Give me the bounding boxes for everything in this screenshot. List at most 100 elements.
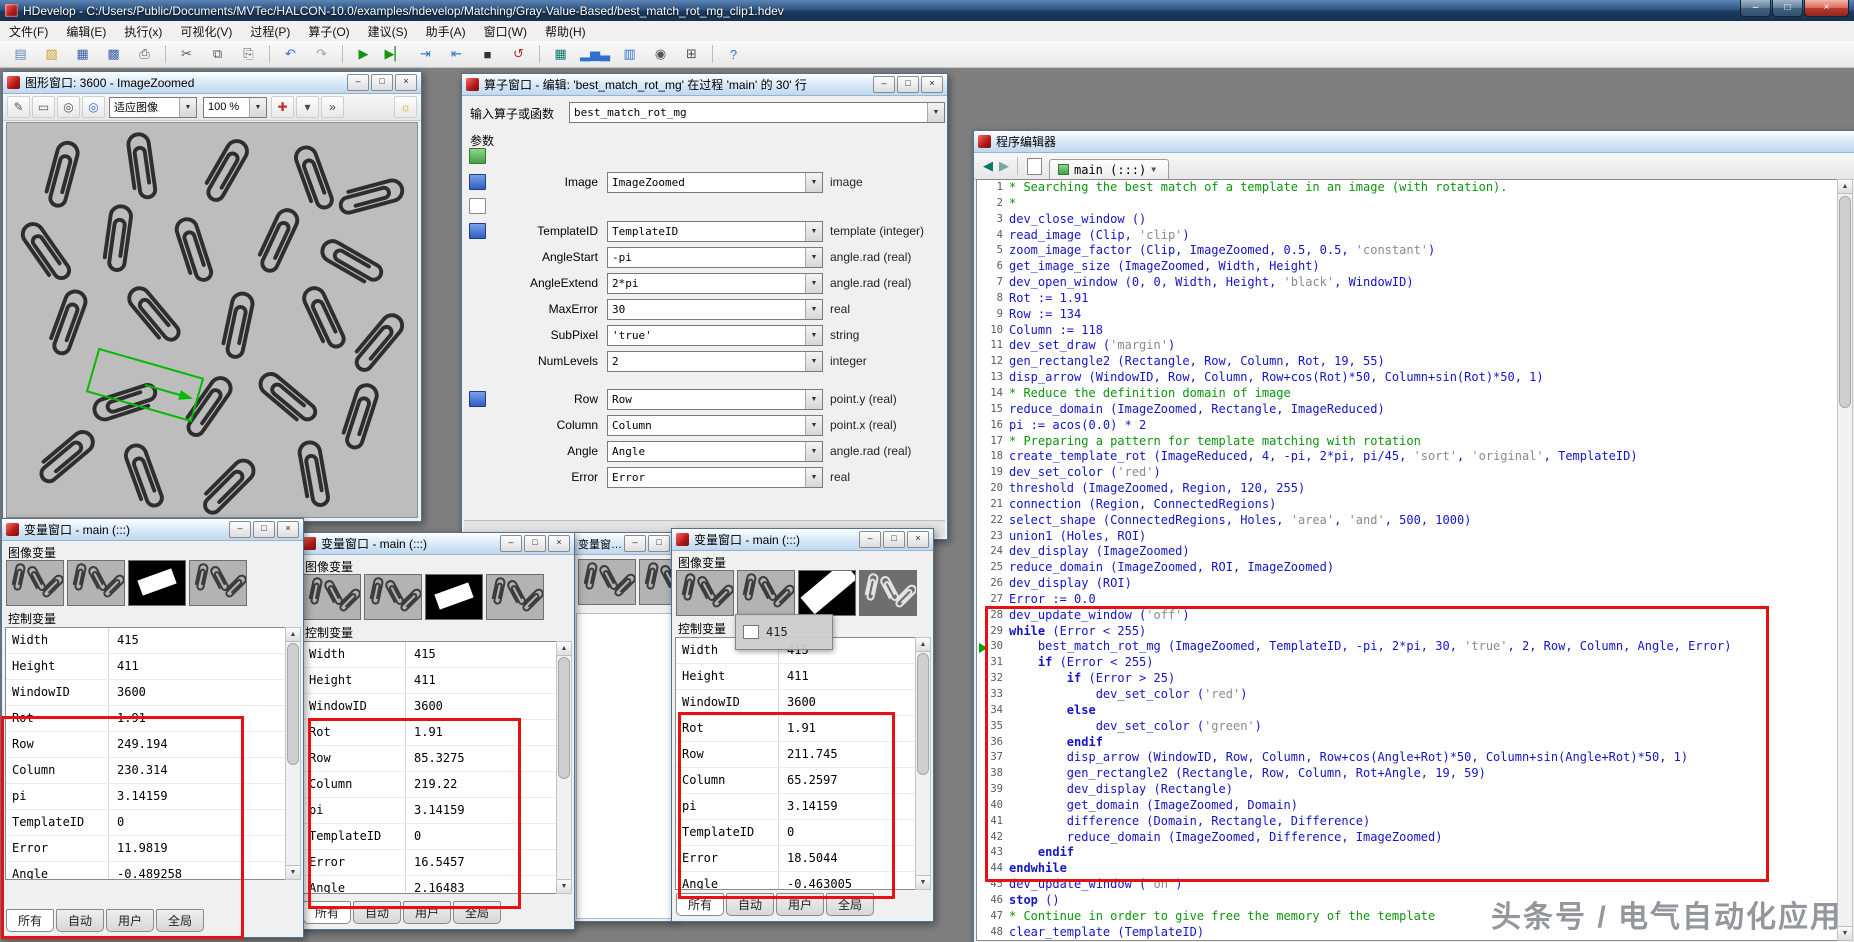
code-line[interactable]: 18create_template_rot (ImageReduced, 4, … [977, 449, 1837, 465]
run-button[interactable]: ▶ [349, 43, 378, 66]
code-line[interactable]: 24dev_display (ImageZoomed) [977, 544, 1837, 560]
code-line[interactable]: 45dev_update_window ('on') [977, 877, 1837, 893]
variable-row[interactable]: Column65.2597 [676, 768, 915, 794]
code-line[interactable]: 15reduce_domain (ImageZoomed, Rectangle,… [977, 402, 1837, 418]
variable-window-titlebar[interactable]: 变量窗口 - main (:::)–□× [299, 533, 574, 555]
chevron-down-icon[interactable]: ▼ [805, 468, 822, 487]
code-line[interactable]: 35 dev_set_color ('green') [977, 719, 1837, 735]
variable-row[interactable]: Width415 [6, 628, 285, 654]
chevron-down-icon[interactable]: ▼ [805, 173, 822, 192]
zoom-menu-button[interactable]: ◎ [82, 96, 105, 118]
code-line[interactable]: 16pi := acos(0.0) * 2 [977, 418, 1837, 434]
copy-button[interactable]: ⧉ [203, 43, 232, 66]
variable-row[interactable]: Column230.314 [6, 758, 285, 784]
chevron-down-icon[interactable]: ▼ [805, 390, 822, 409]
code-line[interactable]: 19dev_set_color ('red') [977, 465, 1837, 481]
clips-thumbnail[interactable] [676, 570, 734, 616]
param-value-combobox[interactable]: Column▼ [607, 415, 823, 436]
variable-row[interactable]: Angle2.16483 [303, 876, 556, 894]
variable-row[interactable]: TemplateID0 [303, 824, 556, 850]
scroll-up-icon[interactable]: ▲ [1838, 180, 1852, 194]
code-line[interactable]: 26dev_display (ROI) [977, 576, 1837, 592]
graphics-image-canvas[interactable] [6, 122, 418, 518]
dropdown-arrow-button[interactable]: ▾ [296, 96, 319, 118]
light-tool-button[interactable]: ☼ [394, 96, 417, 118]
gray-histogram-button[interactable]: ▂▅▃ [577, 43, 613, 66]
param-value-combobox[interactable]: Row▼ [607, 389, 823, 410]
chevron-down-icon[interactable]: ▼ [805, 326, 822, 345]
save-button[interactable]: ▦ [68, 43, 97, 66]
variable-row[interactable]: Width415 [303, 642, 556, 668]
code-editor-area[interactable]: 1* Searching the best match of a templat… [976, 179, 1838, 941]
close-button[interactable]: × [395, 74, 417, 91]
tab-用户[interactable]: 用户 [776, 893, 824, 916]
select-tool-button[interactable]: ▭ [32, 96, 55, 118]
operator-window-titlebar[interactable]: 算子窗口 - 编辑: 'best_match_rot_mg' 在过程 'main… [462, 74, 947, 96]
print-button[interactable]: ⎙ [130, 43, 159, 66]
variable-row[interactable]: Error18.5044 [676, 846, 915, 872]
variable-row[interactable]: Column219.22 [303, 772, 556, 798]
scrollbar-thumb[interactable] [917, 653, 929, 775]
scrollbar-thumb[interactable] [558, 657, 570, 779]
maximize-button[interactable]: □ [897, 76, 919, 93]
code-line[interactable]: 41 difference (Domain, Rectangle, Differ… [977, 814, 1837, 830]
code-line[interactable]: 8Rot := 1.91 [977, 291, 1837, 307]
variable-row[interactable]: pi3.14159 [303, 798, 556, 824]
maximize-button[interactable]: □ [371, 74, 393, 91]
open-file-button[interactable]: ▨ [37, 43, 66, 66]
main-titlebar[interactable]: HDevelop - C:/Users/Public/Documents/MVT… [0, 0, 1854, 21]
close-button[interactable]: × [1804, 0, 1849, 17]
chevron-down-icon[interactable]: ▼ [805, 352, 822, 371]
code-line[interactable]: 6get_image_size (ImageZoomed, Width, Hei… [977, 259, 1837, 275]
minimize-button[interactable]: – [624, 535, 646, 552]
set-color-tool-button[interactable]: ✚ [271, 96, 294, 118]
code-line[interactable]: 1* Searching the best match of a templat… [977, 180, 1837, 196]
more-tools-button[interactable]: » [321, 96, 344, 118]
tab-全局[interactable]: 全局 [826, 893, 874, 916]
chevron-down-icon[interactable]: ▼ [805, 300, 822, 319]
operator-name-combobox[interactable]: best_match_rot_mg ▼ [569, 102, 945, 123]
variable-row[interactable]: Height411 [676, 664, 915, 690]
scroll-up-icon[interactable]: ▲ [286, 628, 300, 642]
step-into-button[interactable]: ⇤ [442, 43, 471, 66]
tab-自动[interactable]: 自动 [56, 909, 104, 932]
clips-thumbnail[interactable] [486, 574, 544, 620]
close-button[interactable]: × [277, 521, 299, 538]
param-value-combobox[interactable]: Error▼ [607, 467, 823, 488]
clips-thumbnail[interactable] [639, 559, 672, 605]
close-button[interactable]: × [907, 531, 929, 548]
tab-自动[interactable]: 自动 [726, 893, 774, 916]
code-line[interactable]: 22select_shape (ConnectedRegions, Holes,… [977, 513, 1837, 529]
code-line[interactable]: 31 if (Error < 255) [977, 655, 1837, 671]
variable-row[interactable]: Angle-0.463005 [676, 872, 915, 890]
mask-rect-thumbnail[interactable] [425, 574, 483, 620]
scrollbar-thumb[interactable] [1839, 196, 1851, 408]
mask-band-thumbnail[interactable] [798, 570, 856, 616]
export-button[interactable]: ▩ [99, 43, 128, 66]
chevron-down-icon[interactable]: ▼ [805, 274, 822, 293]
code-line[interactable]: 23union1 (Holes, ROI) [977, 529, 1837, 545]
maximize-button[interactable]: □ [524, 535, 546, 552]
feature-histogram-button[interactable]: ▥ [615, 43, 644, 66]
maximize-button[interactable]: □ [1772, 0, 1803, 17]
code-line[interactable]: 38 gen_rectangle2 (Rectangle, Row, Colum… [977, 766, 1837, 782]
minimize-button[interactable]: – [1740, 0, 1771, 17]
maximize-button[interactable]: □ [883, 531, 905, 548]
tab-所有[interactable]: 所有 [6, 909, 54, 932]
code-line[interactable]: 37 disp_arrow (WindowID, Row, Column, Ro… [977, 750, 1837, 766]
variable-row[interactable]: Row211.745 [676, 742, 915, 768]
run-to-line-button[interactable]: ▶▏ [380, 43, 409, 66]
clips-thumbnail[interactable] [364, 574, 422, 620]
procedure-page-icon[interactable] [1027, 158, 1042, 175]
code-line[interactable]: 33 dev_set_color ('red') [977, 687, 1837, 703]
param-value-combobox[interactable]: ImageZoomed▼ [607, 172, 823, 193]
code-line[interactable]: 40 get_domain (ImageZoomed, Domain) [977, 798, 1837, 814]
param-value-combobox[interactable]: 2▼ [607, 351, 823, 372]
variable-row[interactable]: Error16.5457 [303, 850, 556, 876]
menu-operators[interactable]: 算子(O) [299, 21, 358, 42]
tab-全局[interactable]: 全局 [156, 909, 204, 932]
code-line[interactable]: 20threshold (ImageZoomed, Region, 120, 2… [977, 481, 1837, 497]
maximize-button[interactable]: □ [648, 535, 670, 552]
chevron-down-icon[interactable]: ▼ [927, 103, 944, 122]
variable-window-titlebar[interactable]: 变量窗口 - main (:::) – □ [574, 533, 674, 555]
